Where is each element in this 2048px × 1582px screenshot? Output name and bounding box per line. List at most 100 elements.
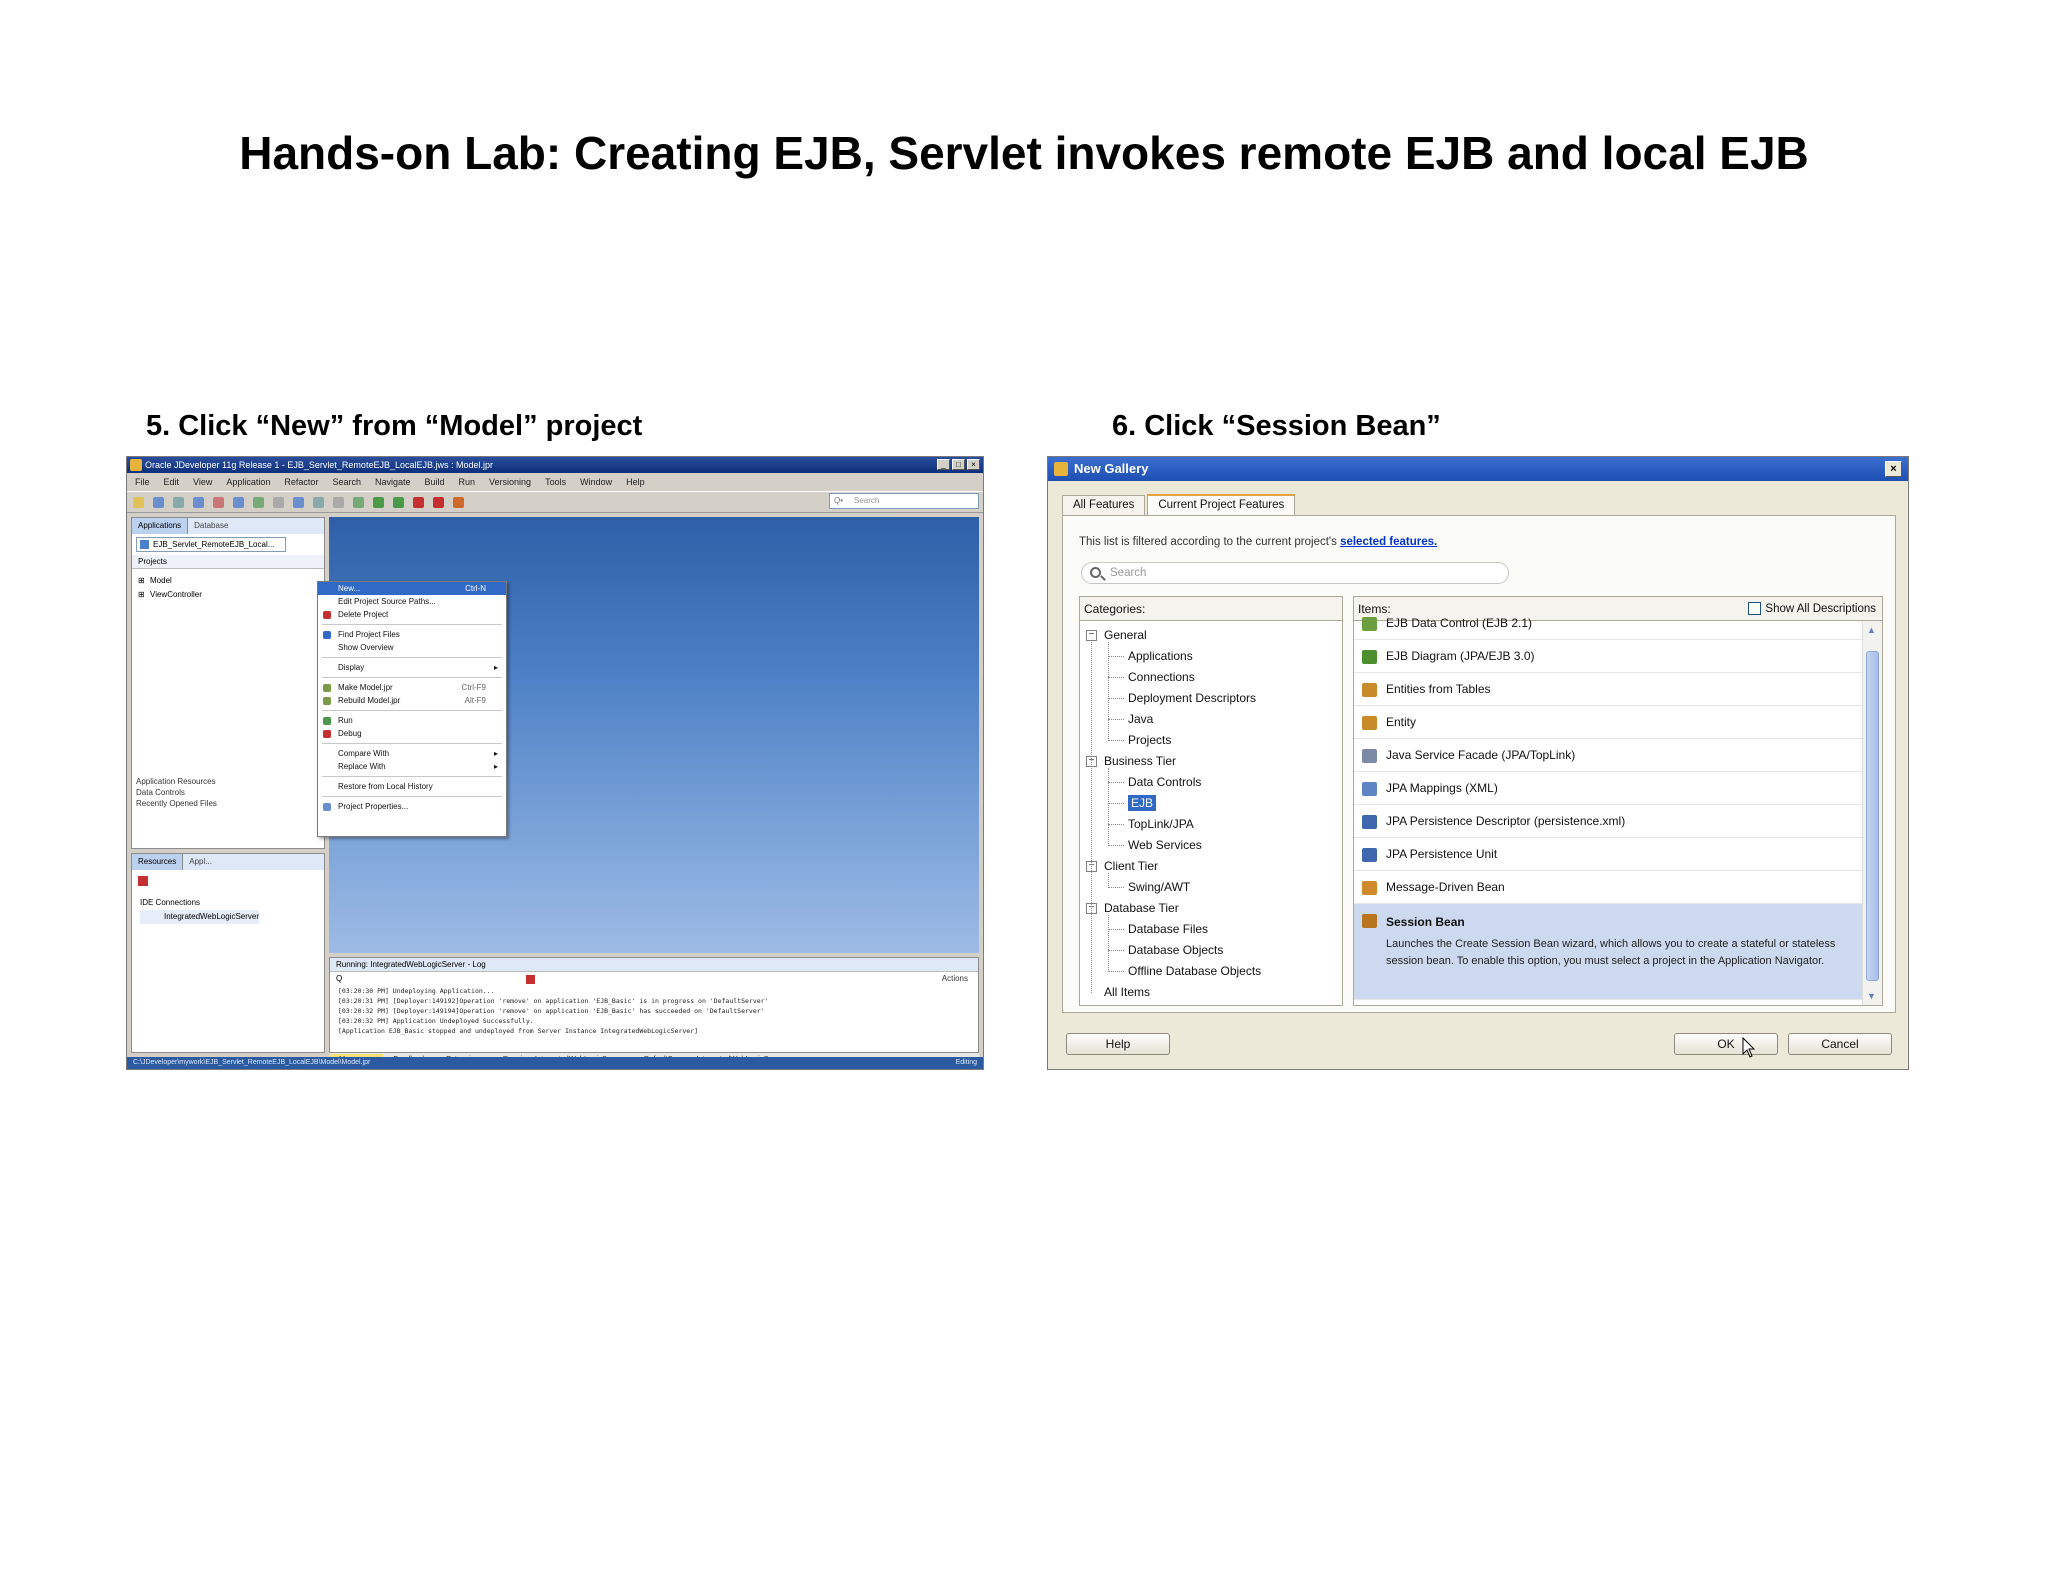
category-item[interactable]: Swing/AWT — [1080, 877, 1190, 898]
toolbar-icon[interactable] — [213, 497, 224, 508]
context-menu-item[interactable]: Edit Project Source Paths... — [318, 595, 506, 608]
items-scrollbar[interactable]: ▲ ▼ — [1862, 621, 1882, 1005]
toolbar-icon[interactable] — [253, 497, 264, 508]
toolbar-icon[interactable] — [313, 497, 324, 508]
scroll-thumb[interactable] — [1866, 651, 1879, 981]
category-item[interactable]: Database Objects — [1080, 940, 1223, 961]
context-menu-item[interactable]: New... Ctrl-N — [318, 582, 506, 595]
stop-icon[interactable] — [138, 876, 148, 886]
menu-item-build[interactable]: Build — [425, 473, 445, 491]
category-item[interactable]: − Database Tier — [1080, 898, 1179, 919]
minimize-icon[interactable]: _ — [937, 459, 950, 470]
context-menu-item[interactable]: Delete Project — [318, 608, 506, 621]
jdev-search-input[interactable]: Search — [829, 493, 979, 509]
accordion-recently-opened[interactable]: Recently Opened Files — [136, 798, 217, 809]
category-item[interactable]: Data Controls — [1080, 772, 1201, 793]
gallery-item[interactable]: Message-Driven Bean — [1354, 871, 1862, 904]
log-search-icon[interactable]: Q — [336, 974, 342, 983]
toolbar-icon[interactable] — [173, 497, 184, 508]
stop-server-icon[interactable] — [526, 975, 535, 984]
log-actions-button[interactable]: Actions — [942, 972, 968, 986]
menu-item-edit[interactable]: Edit — [164, 473, 180, 491]
context-menu-item[interactable]: Compare With ▸ — [318, 747, 506, 760]
cancel-button[interactable]: Cancel — [1788, 1033, 1892, 1055]
menu-item-window[interactable]: Window — [580, 473, 612, 491]
toolbar-icon[interactable] — [353, 497, 364, 508]
tree-node-ide-connections[interactable]: IDE Connections — [140, 896, 259, 910]
gallery-item[interactable]: Entity — [1354, 706, 1862, 739]
menu-item-navigate[interactable]: Navigate — [375, 473, 411, 491]
gallery-item[interactable]: Java Service Facade (JPA/TopLink) — [1354, 739, 1862, 772]
gallery-item[interactable]: Session Bean Launches the Create Session … — [1354, 904, 1862, 1000]
menu-item-view[interactable]: View — [193, 473, 212, 491]
toolbar-icon[interactable] — [273, 497, 284, 508]
context-menu-item[interactable]: Debug — [318, 727, 506, 740]
category-item[interactable]: Projects — [1080, 730, 1171, 751]
category-item[interactable]: TopLink/JPA — [1080, 814, 1194, 835]
context-menu-item[interactable]: Restore from Local History — [318, 780, 506, 793]
collapse-icon[interactable]: − — [1086, 630, 1097, 641]
category-item[interactable]: Deployment Descriptors — [1080, 688, 1256, 709]
gallery-item[interactable]: Entities from Tables — [1354, 673, 1862, 706]
toolbar-icon[interactable] — [333, 497, 344, 508]
tab-current-project-features[interactable]: Current Project Features — [1147, 494, 1296, 516]
gallery-item[interactable]: JPA Mappings (XML) — [1354, 772, 1862, 805]
context-menu-item[interactable]: Run — [318, 714, 506, 727]
ok-button[interactable]: OK — [1674, 1033, 1778, 1055]
accordion-application-resources[interactable]: Application Resources — [136, 776, 217, 787]
toolbar-icon[interactable] — [433, 497, 444, 508]
menu-item-search[interactable]: Search — [332, 473, 361, 491]
menu-item-run[interactable]: Run — [459, 473, 476, 491]
context-menu-item[interactable]: Rebuild Model.jpr Alt-F9 — [318, 694, 506, 707]
gallery-item[interactable]: EJB Diagram (JPA/EJB 3.0) — [1354, 640, 1862, 673]
gallery-item[interactable]: EJB Data Control (EJB 2.1) — [1354, 607, 1862, 640]
menu-item-refactor[interactable]: Refactor — [284, 473, 318, 491]
selected-features-link[interactable]: selected features. — [1340, 536, 1437, 548]
category-item[interactable]: − General — [1080, 625, 1147, 646]
scroll-down-icon[interactable]: ▼ — [1867, 991, 1876, 1001]
category-item[interactable]: Database Files — [1080, 919, 1208, 940]
toolbar-icon[interactable] — [133, 497, 144, 508]
tree-node-viewcontroller[interactable]: ViewController — [138, 588, 202, 602]
toolbar-icon[interactable] — [413, 497, 424, 508]
toolbar-icon[interactable] — [373, 497, 384, 508]
menu-item-tools[interactable]: Tools — [545, 473, 566, 491]
close-icon[interactable]: × — [1885, 461, 1902, 477]
context-menu-item[interactable]: Project Properties... — [318, 800, 506, 813]
toolbar-icon[interactable] — [193, 497, 204, 508]
menu-item-application[interactable]: Application — [226, 473, 270, 491]
gallery-search-input[interactable]: Search — [1081, 562, 1509, 584]
context-menu-item[interactable]: Make Model.jpr Ctrl-F9 — [318, 681, 506, 694]
tab-database[interactable]: Database — [188, 518, 234, 534]
context-menu-item[interactable]: Replace With ▸ — [318, 760, 506, 773]
maximize-icon[interactable]: □ — [952, 459, 965, 470]
scroll-up-icon[interactable]: ▲ — [1867, 625, 1876, 635]
help-button[interactable]: Help — [1066, 1033, 1170, 1055]
toolbar-icon[interactable] — [293, 497, 304, 508]
context-menu-item[interactable]: Display ▸ — [318, 661, 506, 674]
category-item[interactable]: Web Services — [1080, 835, 1202, 856]
toolbar-icon[interactable] — [153, 497, 164, 508]
tab-applications[interactable]: Applications — [132, 518, 189, 534]
tree-node-model[interactable]: Model — [138, 574, 202, 588]
application-combo[interactable]: EJB_Servlet_RemoteEJB_Local... — [136, 537, 286, 552]
category-item[interactable]: Connections — [1080, 667, 1195, 688]
tab-resources[interactable]: Resources — [132, 854, 184, 870]
accordion-data-controls[interactable]: Data Controls — [136, 787, 217, 798]
tree-node-integrated-server[interactable]: IntegratedWebLogicServer — [140, 910, 260, 924]
menu-item-file[interactable]: File — [135, 473, 150, 491]
context-menu-item[interactable]: Find Project Files — [318, 628, 506, 641]
close-icon[interactable]: × — [967, 459, 980, 470]
gallery-item[interactable]: JPA Persistence Descriptor (persistence.… — [1354, 805, 1862, 838]
category-item[interactable]: Applications — [1080, 646, 1193, 667]
gallery-item[interactable]: JPA Persistence Unit — [1354, 838, 1862, 871]
toolbar-icon[interactable] — [453, 497, 464, 508]
tab-appl[interactable]: Appl... — [183, 854, 218, 870]
menu-item-help[interactable]: Help — [626, 473, 645, 491]
toolbar-icon[interactable] — [393, 497, 404, 508]
context-menu-item[interactable]: Show Overview — [318, 641, 506, 654]
tab-all-features[interactable]: All Features — [1062, 495, 1146, 515]
toolbar-icon[interactable] — [233, 497, 244, 508]
menu-item-versioning[interactable]: Versioning — [489, 473, 531, 491]
category-item[interactable]: − Business Tier — [1080, 751, 1176, 772]
